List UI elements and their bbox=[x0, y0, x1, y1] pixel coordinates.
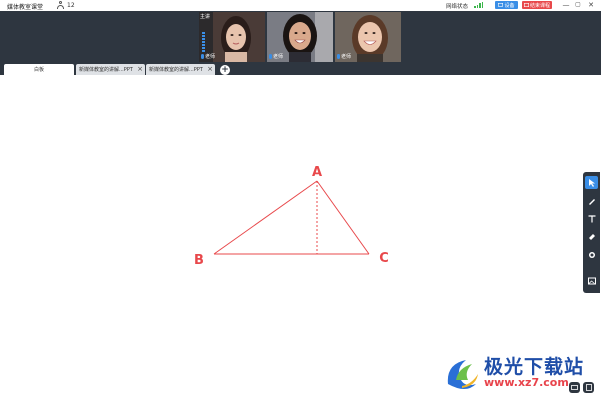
pointer-icon[interactable] bbox=[585, 176, 598, 189]
minimize-button[interactable]: — bbox=[562, 1, 570, 9]
app-window: 媒体教室课堂 12 网络状态 设备 结束课程 — ▢ ✕ 主讲 老师 老师 老师… bbox=[0, 0, 601, 403]
user-count-value: 12 bbox=[67, 1, 75, 9]
close-tab-icon[interactable]: × bbox=[207, 65, 213, 74]
close-tab-icon[interactable]: × bbox=[137, 65, 143, 74]
participant-name: 老师 bbox=[273, 54, 284, 60]
maximize-button[interactable]: ▢ bbox=[574, 1, 582, 9]
signal-icon bbox=[474, 2, 483, 8]
mic-icon bbox=[337, 54, 340, 59]
device-button-label: 设备 bbox=[504, 2, 515, 9]
tab-ppt-2[interactable]: 新媒体教室的讲解...PPT × bbox=[146, 64, 215, 75]
site-watermark: 极光下载站 www.xz7.com bbox=[442, 352, 592, 398]
volume-level-indicator bbox=[202, 32, 205, 54]
speaker-badge: 主讲 bbox=[200, 14, 211, 20]
participant-label: 老师 bbox=[269, 53, 283, 60]
vertex-label-b: B bbox=[194, 253, 204, 268]
drawing-toolbar bbox=[583, 172, 600, 293]
watermark-title: 极光下载站 bbox=[484, 356, 585, 378]
title-bar: 媒体教室课堂 12 网络状态 设备 结束课程 — ▢ ✕ bbox=[0, 0, 601, 11]
tab-whiteboard[interactable]: 白板 bbox=[4, 64, 74, 75]
tab-label: 新媒体教室的讲解...PPT bbox=[79, 67, 133, 73]
device-button[interactable]: 设备 bbox=[495, 1, 518, 9]
mic-icon bbox=[269, 54, 272, 59]
end-class-button-label: 结束课程 bbox=[529, 2, 550, 9]
triangle-side-ac bbox=[316, 180, 370, 255]
user-icon bbox=[57, 1, 64, 9]
monitor-icon bbox=[498, 3, 504, 7]
network-status-label: 网络状态 bbox=[446, 4, 469, 10]
exit-icon bbox=[523, 3, 529, 7]
video-tile-participant[interactable]: 老师 bbox=[335, 12, 401, 62]
end-class-button[interactable]: 结束课程 bbox=[522, 1, 552, 9]
participant-label: 老师 bbox=[337, 53, 351, 60]
participant-name: 老师 bbox=[341, 54, 352, 60]
participant-label: 老师 bbox=[201, 53, 215, 60]
document-tabs: 白板 新媒体教室的讲解...PPT × 新媒体教室的讲解...PPT × + bbox=[0, 63, 601, 75]
participant-name: 老师 bbox=[205, 54, 216, 60]
watermark-url: www.xz7.com bbox=[484, 376, 569, 389]
vertex-label-a: A bbox=[312, 165, 322, 180]
triangle-side-ab bbox=[213, 180, 318, 255]
vertex-label-c: C bbox=[379, 251, 389, 266]
text-icon[interactable] bbox=[585, 212, 598, 225]
app-title: 媒体教室课堂 bbox=[7, 4, 44, 11]
add-tab-button[interactable]: + bbox=[220, 65, 230, 75]
online-user-count[interactable]: 12 bbox=[57, 1, 75, 9]
aurora-logo-icon bbox=[447, 360, 478, 389]
video-tile-speaker[interactable]: 主讲 老师 bbox=[199, 12, 265, 62]
mic-icon bbox=[201, 54, 204, 59]
tab-label: 白板 bbox=[33, 67, 44, 73]
tab-label: 新媒体教室的讲解...PPT bbox=[149, 67, 203, 73]
eraser-icon[interactable] bbox=[585, 230, 598, 243]
tab-ppt-1[interactable]: 新媒体教室的讲解...PPT × bbox=[76, 64, 145, 75]
pen-icon[interactable] bbox=[585, 194, 598, 207]
close-window-button[interactable]: ✕ bbox=[587, 1, 595, 9]
color-icon[interactable] bbox=[585, 248, 598, 261]
video-tile-participant[interactable]: 老师 bbox=[267, 12, 333, 62]
image-icon[interactable] bbox=[585, 274, 598, 287]
